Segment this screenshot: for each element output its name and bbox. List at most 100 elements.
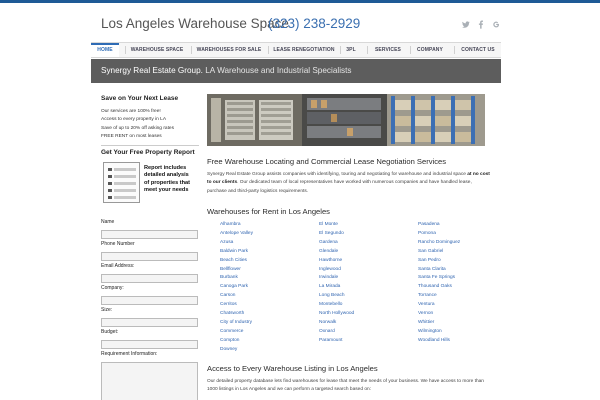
- nav-item-warehouses-for-sale[interactable]: WAREHOUSES FOR SALE: [194, 43, 264, 57]
- city-link[interactable]: Hawthorne: [319, 257, 409, 266]
- city-link[interactable]: La Mirada: [319, 283, 409, 292]
- city-link[interactable]: Ventura: [418, 301, 508, 310]
- phone-label: Phone Number: [101, 241, 135, 247]
- report-heading: Get Your Free Property Report: [101, 148, 195, 156]
- city-link[interactable]: Downey: [220, 346, 310, 355]
- city-link[interactable]: San Gabriel: [418, 248, 508, 257]
- budget-label: Budget:: [101, 329, 119, 335]
- company-label: Company:: [101, 285, 124, 291]
- warehouse-photo: [207, 94, 485, 146]
- city-link[interactable]: San Pedro: [418, 257, 508, 266]
- phone-field[interactable]: [101, 252, 198, 261]
- sidebar: Save on Your Next Lease Our services are…: [101, 91, 199, 156]
- nav-separator: [191, 46, 192, 54]
- lease-points: Our services are 100% free! Access to ev…: [101, 108, 199, 142]
- city-link[interactable]: Thousand Oaks: [418, 283, 508, 292]
- banner-tagline: LA Warehouse and Industrial Specialists: [202, 66, 352, 75]
- report-thumbnail: [103, 162, 140, 203]
- report-row: [114, 182, 136, 185]
- city-link[interactable]: El Segundo: [319, 230, 409, 239]
- report-row: [114, 189, 136, 192]
- city-link[interactable]: City of Industry: [220, 319, 310, 328]
- size-label: Size:: [101, 307, 113, 313]
- city-link[interactable]: Inglewood: [319, 266, 409, 275]
- city-link[interactable]: Irwindale: [319, 274, 409, 283]
- city-link[interactable]: Montebello: [319, 301, 409, 310]
- city-link[interactable]: Commerce: [220, 328, 310, 337]
- size-field[interactable]: [101, 318, 198, 327]
- city-link[interactable]: Wilmington: [418, 328, 508, 337]
- report-row: [108, 189, 112, 192]
- city-link[interactable]: Pomona: [418, 230, 508, 239]
- nav-item-company[interactable]: COMPANY: [415, 43, 445, 57]
- city-link[interactable]: Paramount: [319, 337, 409, 346]
- intro-text-b: . Our dedicated team of local representa…: [207, 180, 472, 194]
- google-plus-icon[interactable]: [492, 20, 500, 29]
- city-link[interactable]: Whittier: [418, 319, 508, 328]
- city-link[interactable]: Pasadena: [418, 221, 508, 230]
- city-link[interactable]: Glendale: [319, 248, 409, 257]
- report-row: [108, 182, 112, 185]
- email-field[interactable]: [101, 274, 198, 283]
- city-link[interactable]: Long Beach: [319, 292, 409, 301]
- nav-item-lease-renegotiation[interactable]: LEASE RENEGOTIATION: [271, 43, 337, 57]
- social-links: [462, 20, 500, 29]
- city-link[interactable]: Carson: [220, 292, 310, 301]
- report-row: [114, 168, 136, 171]
- nav-separator: [454, 46, 455, 54]
- city-link[interactable]: Beach Cities: [220, 257, 310, 266]
- facebook-icon[interactable]: [477, 20, 485, 29]
- city-link[interactable]: Chatsworth: [220, 310, 310, 319]
- nav-item-services[interactable]: SERVICES: [372, 43, 404, 57]
- city-link[interactable]: Woodland Hills: [418, 337, 508, 346]
- sidebar-divider: [101, 144, 199, 146]
- lease-point: Access to every property in LA: [101, 117, 167, 123]
- city-link[interactable]: Alhambra: [220, 221, 310, 230]
- city-column-2: El Monte El Segundo Gardena Glendale Hawthor…: [319, 221, 409, 346]
- tagline-banner: Synergy Real Estate Group. LA Warehouse …: [91, 59, 501, 83]
- city-link[interactable]: Bellflower: [220, 266, 310, 275]
- lease-point: Our services are 100% free!: [101, 109, 161, 114]
- name-label: Name: [101, 219, 115, 225]
- nav-item-warehouse-space[interactable]: WAREHOUSE SPACE: [127, 43, 187, 57]
- city-link[interactable]: Rancho Dominguez: [418, 239, 508, 248]
- intro-paragraph: Synergy Real Estate Group assists compan…: [207, 171, 492, 196]
- lease-point: Save of up to 20% off asking rates: [101, 125, 174, 131]
- city-link[interactable]: Antelope Valley: [220, 230, 310, 239]
- nav-separator: [410, 46, 411, 54]
- city-link[interactable]: Oxnard: [319, 328, 409, 337]
- intro-heading: Free Warehouse Locating and Commercial L…: [207, 157, 447, 166]
- city-link[interactable]: Norwalk: [319, 319, 409, 328]
- nav-item-contact-us[interactable]: CONTACT US: [459, 43, 497, 57]
- intro-text-a: Synergy Real Estate Group assists compan…: [207, 172, 468, 177]
- report-row: [108, 196, 112, 199]
- report-row: [108, 175, 112, 178]
- banner-company: Synergy Real Estate Group.: [101, 66, 203, 75]
- city-link[interactable]: Santa Clarita: [418, 266, 508, 275]
- property-report-promo[interactable]: Report includes detailed analysis of pro…: [101, 161, 190, 205]
- city-link[interactable]: Baldwin Park: [220, 248, 310, 257]
- company-field[interactable]: [101, 296, 198, 305]
- banner-text: Synergy Real Estate Group. LA Warehouse …: [101, 66, 351, 75]
- city-link[interactable]: Cerritos: [220, 301, 310, 310]
- city-link[interactable]: Canoga Park: [220, 283, 310, 292]
- nav-separator: [367, 46, 368, 54]
- city-link[interactable]: Gardena: [319, 239, 409, 248]
- nav-item-home[interactable]: HOME: [91, 43, 119, 57]
- city-link[interactable]: Azusa: [220, 239, 310, 248]
- budget-field[interactable]: [101, 340, 198, 349]
- city-link[interactable]: North Hollywood: [319, 310, 409, 319]
- city-link[interactable]: Santa Fe Springs: [418, 274, 508, 283]
- city-link[interactable]: Compton: [220, 337, 310, 346]
- city-link[interactable]: Torrance: [418, 292, 508, 301]
- city-column-3: Pasadena Pomona Rancho Dominguez San Gabrie…: [418, 221, 508, 346]
- city-link[interactable]: Vernon: [418, 310, 508, 319]
- name-field[interactable]: [101, 230, 198, 239]
- site-title[interactable]: Los Angeles Warehouse Space: [101, 16, 289, 31]
- city-link[interactable]: Burbank: [220, 274, 310, 283]
- twitter-icon[interactable]: [462, 20, 470, 29]
- nav-item-3pl[interactable]: 3PL: [343, 43, 359, 57]
- requirement-textarea[interactable]: [101, 362, 198, 400]
- access-paragraph: Our detailed property database lets find…: [207, 379, 484, 393]
- city-link[interactable]: El Monte: [319, 221, 409, 230]
